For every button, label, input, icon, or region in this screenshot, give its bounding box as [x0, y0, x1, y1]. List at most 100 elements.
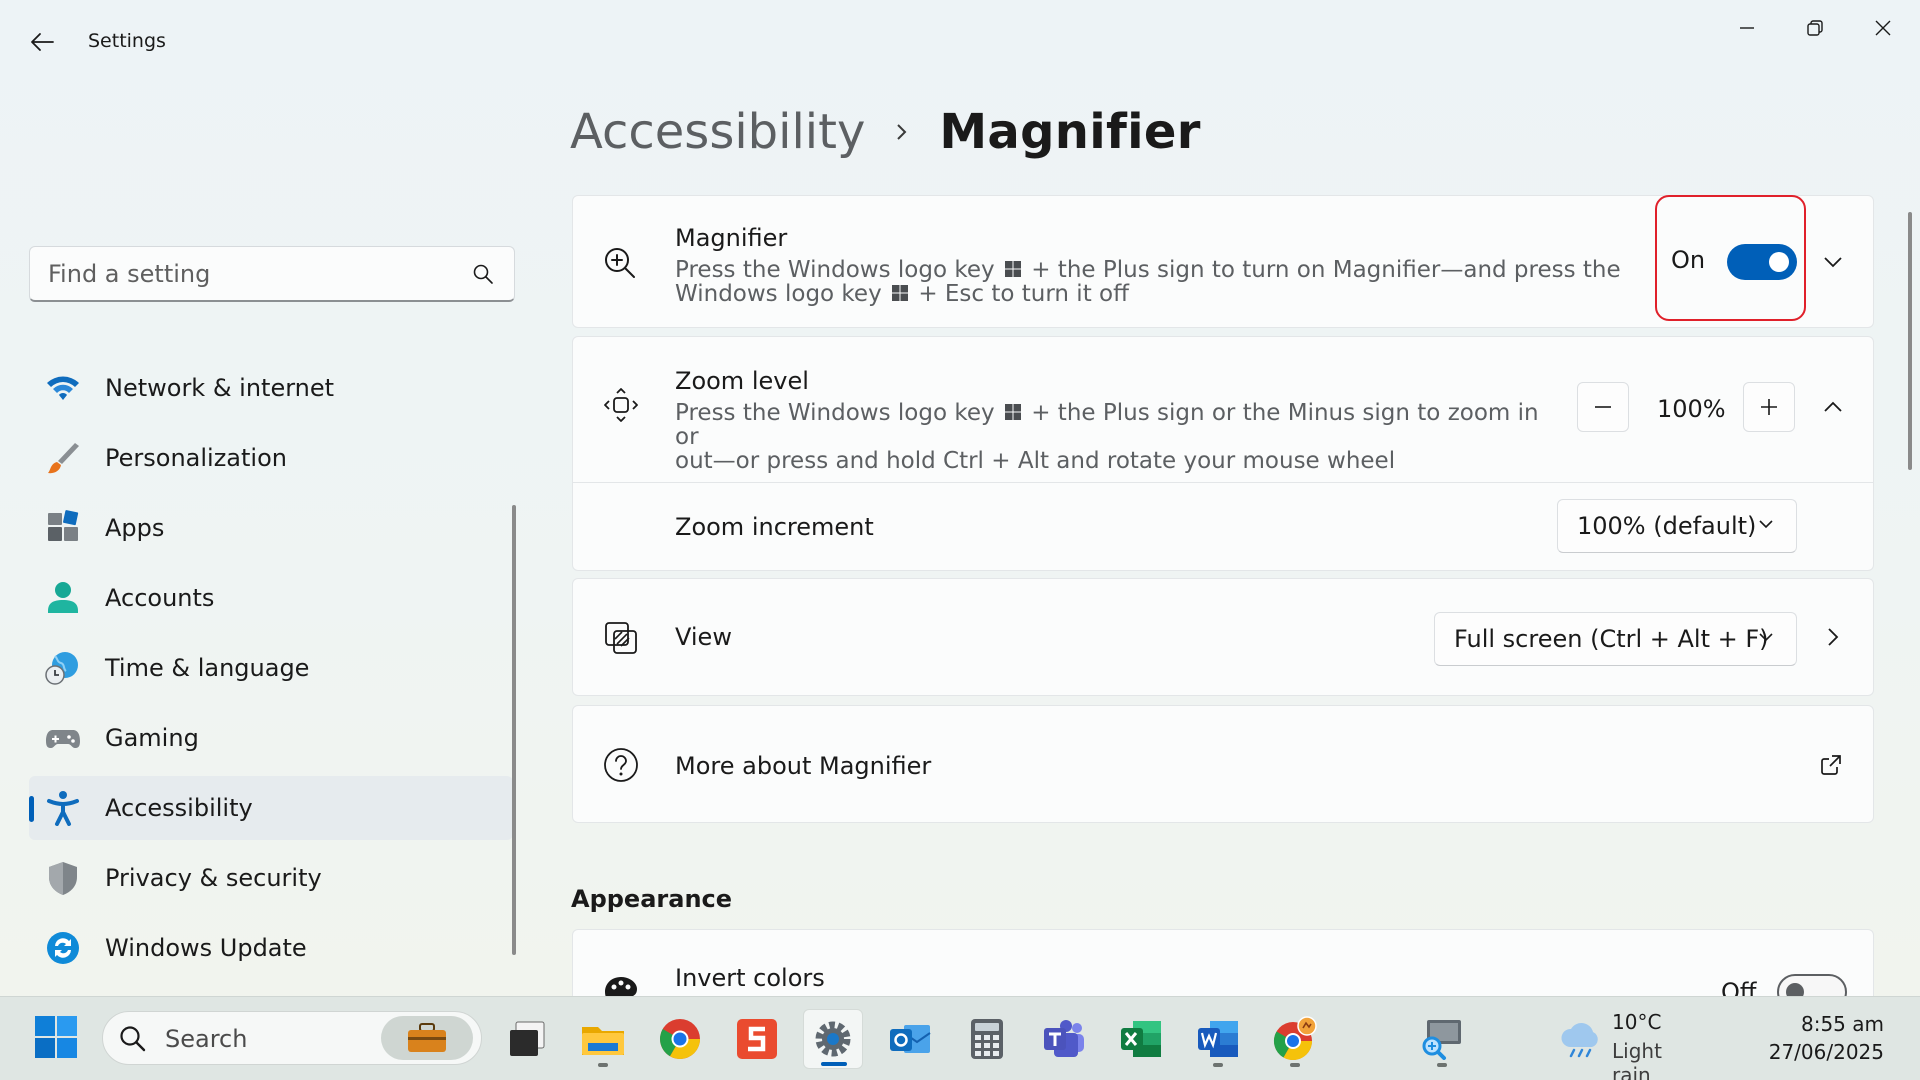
- taskbar-calculator[interactable]: [957, 1009, 1017, 1069]
- invert-colors-card: Invert colors Off: [572, 929, 1874, 996]
- windows-key-icon: [1004, 261, 1021, 277]
- zoom-increment-dropdown[interactable]: 100% (default): [1557, 499, 1797, 553]
- taskbar-task-view[interactable]: [497, 1009, 557, 1069]
- sidebar-item-label: Time & language: [105, 654, 310, 682]
- sidebar-item-personalization[interactable]: Personalization: [29, 426, 513, 490]
- sidebar-item-time-language[interactable]: Time & language: [29, 636, 513, 700]
- back-button[interactable]: [24, 26, 60, 58]
- more-about-card[interactable]: More about Magnifier: [572, 705, 1874, 823]
- taskbar-outlook[interactable]: [880, 1009, 940, 1069]
- sidebar-item-apps[interactable]: Apps: [29, 496, 513, 560]
- minimize-button[interactable]: [1714, 8, 1780, 48]
- help-circle-icon: [604, 748, 638, 782]
- briefcase-icon: [408, 1023, 446, 1052]
- person-icon: [48, 582, 78, 613]
- sidebar-nav: Network & internet Personalization Apps …: [29, 356, 513, 986]
- view-value: Full screen (Ctrl + Alt + F): [1454, 625, 1769, 653]
- taskbar-file-explorer[interactable]: [573, 1009, 633, 1069]
- taskbar-clock[interactable]: 8:55 am 27/06/2025: [1769, 1010, 1884, 1066]
- magnifier-title: Magnifier: [675, 224, 788, 252]
- windows-key-icon: [892, 285, 908, 301]
- invert-colors-title: Invert colors: [675, 964, 825, 992]
- zoom-collapse-button[interactable]: [1813, 387, 1853, 427]
- taskbar-word[interactable]: [1188, 1009, 1248, 1069]
- sidebar-item-accounts[interactable]: Accounts: [29, 566, 513, 630]
- s-app-icon: [737, 1019, 777, 1059]
- weather-condition: Light rain: [1612, 1039, 1662, 1080]
- sidebar-scrollbar[interactable]: [512, 505, 516, 955]
- sidebar-item-network[interactable]: Network & internet: [29, 356, 513, 420]
- chevron-right-icon: [1828, 628, 1839, 646]
- sidebar-item-accessibility[interactable]: Accessibility: [29, 776, 513, 840]
- clock-time: 8:55 am: [1800, 1012, 1884, 1036]
- view-dropdown[interactable]: Full screen (Ctrl + Alt + F): [1434, 612, 1797, 666]
- taskbar-settings[interactable]: [803, 1009, 863, 1069]
- sidebar-item-label: Personalization: [105, 444, 287, 472]
- content-scrollbar[interactable]: [1908, 212, 1912, 470]
- globe-clock-icon: [45, 652, 78, 685]
- magnifier-card: Magnifier Press the Windows logo key + t…: [572, 195, 1874, 328]
- view-open-button[interactable]: [1813, 617, 1853, 657]
- toggle-knob: [1786, 983, 1804, 996]
- palette-icon: [605, 977, 637, 996]
- chevron-down-icon: [1759, 520, 1773, 529]
- plus-icon: [1761, 399, 1777, 415]
- invert-toggle-label: Off: [1721, 978, 1757, 996]
- desc-text: + the Plus sign to turn on Magnifier—and…: [1031, 257, 1621, 283]
- taskbar-s-app[interactable]: [727, 1009, 787, 1069]
- shield-icon: [49, 862, 77, 895]
- desc-text: + Esc to turn it off: [918, 281, 1129, 307]
- windows-start-icon[interactable]: [34, 1015, 78, 1059]
- sidebar-item-windows-update[interactable]: Windows Update: [29, 916, 513, 980]
- zoom-card: Zoom level Press the Windows logo key + …: [572, 336, 1874, 571]
- desc-text: Press the Windows logo key: [675, 257, 995, 283]
- accessibility-icon: [47, 791, 79, 826]
- zoom-level-description: Press the Windows logo key + the Plus si…: [675, 401, 1555, 473]
- sidebar-item-label: Windows Update: [105, 934, 307, 962]
- running-indicator: [1437, 1063, 1447, 1067]
- breadcrumb: Accessibility Magnifier: [570, 100, 1201, 164]
- search-highlight-badge: [381, 1016, 473, 1060]
- taskbar-search[interactable]: Search: [102, 1011, 482, 1065]
- page-title: Magnifier: [939, 104, 1201, 160]
- restore-button[interactable]: [1782, 8, 1848, 48]
- weather-temperature: 10°C: [1612, 1010, 1662, 1034]
- taskbar-teams[interactable]: [1034, 1009, 1094, 1069]
- zoom-increment-label: Zoom increment: [675, 513, 874, 541]
- gamepad-icon: [46, 730, 80, 748]
- gear-icon: [815, 1021, 851, 1057]
- invert-colors-toggle[interactable]: [1777, 974, 1847, 996]
- search-icon: [473, 264, 493, 284]
- taskbar-magnifier[interactable]: [1412, 1009, 1472, 1069]
- view-frames-icon: [605, 622, 637, 654]
- sidebar-item-gaming[interactable]: Gaming: [29, 706, 513, 770]
- zoom-increment-value: 100% (default): [1577, 512, 1757, 540]
- sidebar-item-privacy-security[interactable]: Privacy & security: [29, 846, 513, 910]
- chevron-down-icon: [1759, 633, 1773, 642]
- taskbar-chrome[interactable]: [650, 1009, 710, 1069]
- chrome-icon: [660, 1019, 700, 1059]
- calculator-icon: [971, 1019, 1003, 1059]
- taskbar-chrome-profile[interactable]: [1265, 1009, 1325, 1069]
- desc-text: Windows logo key: [675, 281, 882, 307]
- outlook-icon: [890, 1025, 931, 1053]
- find-setting-input[interactable]: [48, 257, 448, 291]
- toggle-knob: [1769, 252, 1789, 272]
- magnifier-expand-button[interactable]: [1813, 242, 1853, 282]
- taskbar-excel[interactable]: [1111, 1009, 1171, 1069]
- zoom-level-value: 100%: [1657, 395, 1726, 423]
- move-arrows-icon: [604, 388, 638, 422]
- zoom-in-button[interactable]: [1743, 382, 1795, 432]
- teams-icon: [1044, 1020, 1084, 1057]
- find-setting-search[interactable]: [29, 246, 515, 302]
- zoom-out-button[interactable]: [1577, 382, 1629, 432]
- breadcrumb-parent-link[interactable]: Accessibility: [570, 104, 865, 160]
- view-card: View Full screen (Ctrl + Alt + F): [572, 578, 1874, 696]
- magnifier-toggle[interactable]: [1727, 244, 1797, 280]
- running-indicator: [598, 1063, 608, 1067]
- close-button[interactable]: [1850, 8, 1916, 48]
- close-icon: [1875, 20, 1891, 36]
- magnifier-description: Press the Windows logo key + the Plus si…: [675, 258, 1635, 306]
- minus-icon: [1595, 406, 1611, 408]
- taskbar-weather[interactable]: 10°C Light rain: [1556, 1009, 1706, 1080]
